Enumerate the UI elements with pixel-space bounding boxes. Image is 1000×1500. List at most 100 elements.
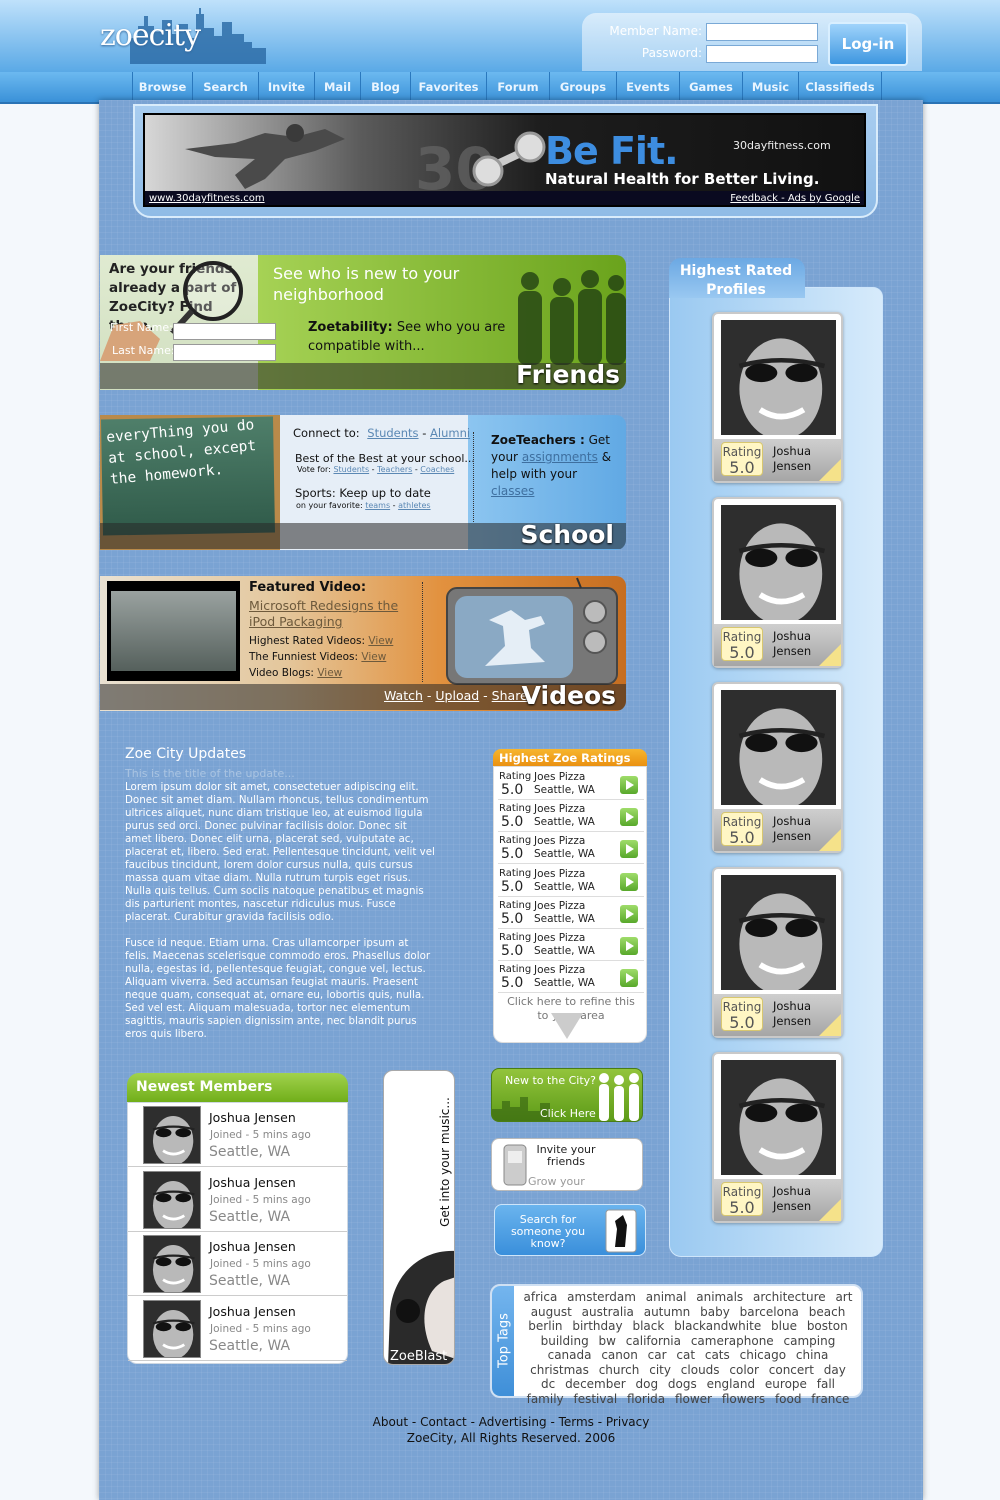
member-row[interactable]: Joshua Jensen Joined - 5 mins ago Seattle,…	[128, 1297, 347, 1361]
neighborhood-link[interactable]: See who is new to your neighborhood	[273, 263, 483, 305]
tag-link[interactable]: florida	[627, 1392, 665, 1407]
vote-coaches-link[interactable]: Coaches	[420, 465, 454, 474]
business-name[interactable]: Joes Pizza	[534, 771, 585, 783]
rating-row[interactable]: Rating 5.0 Joes Pizza Seattle, WA	[498, 802, 644, 833]
password-input[interactable]	[706, 45, 818, 63]
tag-link[interactable]: christmas	[530, 1363, 589, 1378]
profile-first-name[interactable]: Joshua	[773, 1184, 811, 1198]
profile-photo[interactable]	[721, 1060, 836, 1175]
tag-link[interactable]: canon	[601, 1348, 638, 1363]
first-name-input[interactable]	[173, 323, 276, 340]
tag-link[interactable]: berlin	[528, 1319, 562, 1334]
member-photo[interactable]	[143, 1106, 201, 1164]
tag-link[interactable]: cameraphone	[691, 1334, 774, 1349]
featured-video-link[interactable]: Microsoft Redesigns the iPod Packaging	[249, 598, 409, 630]
teams-link[interactable]: teams	[365, 501, 390, 510]
tag-link[interactable]: baby	[700, 1305, 730, 1320]
tag-link[interactable]: camping	[784, 1334, 836, 1349]
tag-link[interactable]: building	[541, 1334, 589, 1349]
highest-rated-videos-view[interactable]: View	[368, 635, 393, 647]
profile-last-name[interactable]: Jensen	[773, 1199, 811, 1213]
profile-last-name[interactable]: Jensen	[773, 644, 811, 658]
new-to-city-box[interactable]: New to the City? Click Here	[491, 1068, 643, 1122]
vote-students-link[interactable]: Students	[333, 465, 369, 474]
zoeblast-ad[interactable]: Get into your music... ZoeBlast	[383, 1070, 455, 1365]
member-row[interactable]: Joshua Jensen Joined - 5 mins ago Seattle,…	[128, 1232, 347, 1296]
profile-card[interactable]: Rating 5.0 Joshua Jensen	[712, 312, 843, 483]
tag-link[interactable]: boston	[807, 1319, 848, 1334]
member-photo[interactable]	[143, 1299, 201, 1358]
search-someone-box[interactable]: Search for someone you know?	[494, 1204, 646, 1256]
rating-row[interactable]: Rating 5.0 Joes Pizza Seattle, WA	[498, 834, 644, 865]
video-blogs-view[interactable]: View	[317, 667, 342, 679]
tag-link[interactable]: animals	[696, 1290, 743, 1305]
rating-row[interactable]: Rating 5.0 Joes Pizza Seattle, WA	[498, 770, 644, 800]
tag-link[interactable]: amsterdam	[567, 1290, 636, 1305]
business-name[interactable]: Joes Pizza	[534, 932, 585, 944]
tag-link[interactable]: december	[565, 1377, 626, 1392]
sports-text[interactable]: Sports: Keep up to date	[295, 486, 431, 500]
tag-link[interactable]: august	[531, 1305, 572, 1320]
tag-link[interactable]: blackandwhite	[674, 1319, 761, 1334]
tag-link[interactable]: art	[835, 1290, 852, 1305]
ad-feedback-link[interactable]: Feedback - Ads by Google	[730, 193, 860, 204]
rating-row[interactable]: Rating 5.0 Joes Pizza Seattle, WA	[498, 931, 644, 961]
ad-url-link[interactable]: www.30dayfitness.com	[149, 193, 265, 204]
play-arrow-icon[interactable]	[620, 872, 638, 891]
alumni-link[interactable]: Alumni	[430, 426, 470, 440]
rating-row[interactable]: Rating 5.0 Joes Pizza Seattle, WA	[498, 963, 644, 994]
tag-link[interactable]: festival	[573, 1392, 617, 1407]
tag-link[interactable]: canada	[548, 1348, 592, 1363]
tag-link[interactable]: flower	[675, 1392, 712, 1407]
students-link[interactable]: Students	[367, 426, 418, 440]
best-of-text[interactable]: Best of the Best at your school...	[295, 452, 475, 465]
tag-link[interactable]: car	[648, 1348, 667, 1363]
tag-link[interactable]: fall	[817, 1377, 835, 1392]
profile-photo[interactable]	[721, 505, 836, 620]
tag-link[interactable]: cat	[676, 1348, 695, 1363]
play-arrow-icon[interactable]	[620, 937, 638, 955]
zoetability-text[interactable]: Zoetability: See who you are compatible …	[308, 318, 518, 356]
tag-link[interactable]: concert	[769, 1363, 814, 1378]
footer-privacy-link[interactable]: Privacy	[606, 1415, 649, 1429]
profile-card[interactable]: Rating 5.0 Joshua Jensen	[712, 682, 843, 853]
profile-last-name[interactable]: Jensen	[773, 1014, 811, 1028]
tag-link[interactable]: clouds	[681, 1363, 720, 1378]
tag-link[interactable]: day	[824, 1363, 846, 1378]
tag-link[interactable]: bw	[599, 1334, 616, 1349]
member-name[interactable]: Joshua Jensen	[209, 1304, 296, 1319]
profile-card[interactable]: Rating 5.0 Joshua Jensen	[712, 497, 843, 668]
tag-link[interactable]: architecture	[753, 1290, 826, 1305]
business-name[interactable]: Joes Pizza	[534, 835, 585, 847]
last-name-input[interactable]	[173, 344, 276, 361]
member-photo[interactable]	[143, 1170, 201, 1229]
profile-photo[interactable]	[721, 875, 836, 990]
tag-link[interactable]: dc	[541, 1377, 555, 1392]
tag-link[interactable]: cats	[705, 1348, 730, 1363]
vote-teachers-link[interactable]: Teachers	[377, 465, 412, 474]
school-title[interactable]: School	[520, 520, 614, 549]
business-name[interactable]: Joes Pizza	[534, 964, 585, 976]
tag-link[interactable]: blue	[771, 1319, 797, 1334]
profile-photo[interactable]	[721, 320, 836, 435]
tag-link[interactable]: church	[599, 1363, 640, 1378]
watch-link[interactable]: Watch	[384, 688, 423, 703]
tag-link[interactable]: china	[796, 1348, 829, 1363]
footer-about-link[interactable]: About	[373, 1415, 408, 1429]
business-name[interactable]: Joes Pizza	[534, 868, 585, 880]
footer-contact-link[interactable]: Contact	[420, 1415, 467, 1429]
tag-link[interactable]: california	[626, 1334, 681, 1349]
tag-link[interactable]: autumn	[644, 1305, 691, 1320]
member-name[interactable]: Joshua Jensen	[209, 1110, 296, 1125]
tag-link[interactable]: birthday	[572, 1319, 622, 1334]
videos-title[interactable]: Videos	[522, 681, 616, 710]
tag-link[interactable]: england	[707, 1377, 756, 1392]
member-row[interactable]: Joshua Jensen Joined - 5 mins ago Seattle,…	[128, 1103, 347, 1167]
tag-link[interactable]: family	[527, 1392, 564, 1407]
tag-link[interactable]: australia	[582, 1305, 634, 1320]
member-name[interactable]: Joshua Jensen	[209, 1239, 296, 1254]
tag-link[interactable]: barcelona	[740, 1305, 799, 1320]
member-row[interactable]: Joshua Jensen Joined - 5 mins ago Seattle,…	[128, 1168, 347, 1232]
tag-link[interactable]: africa	[524, 1290, 558, 1305]
play-arrow-icon[interactable]	[620, 840, 638, 859]
